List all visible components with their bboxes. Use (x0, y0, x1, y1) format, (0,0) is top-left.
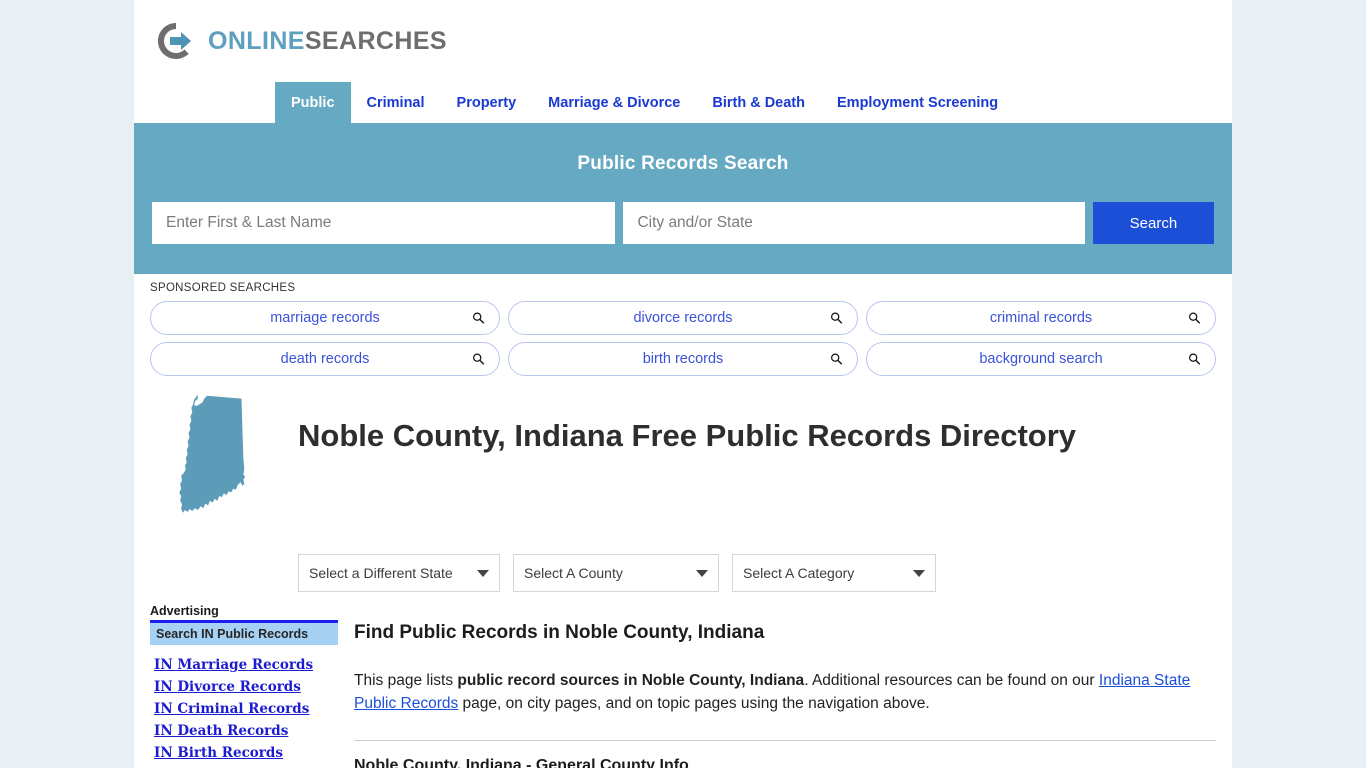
sponsored-pill-label: birth records (642, 351, 724, 367)
search-icon (472, 353, 485, 366)
circle-arrow-logo-icon (154, 19, 198, 63)
sidebar-link-in-death-records[interactable]: IN Death Records (154, 723, 338, 739)
search-icon (1188, 312, 1201, 325)
sponsored-row-1: marriage records divorce records crimina… (150, 301, 1216, 335)
tab-property[interactable]: Property (441, 82, 533, 123)
sidebar-link-in-marriage-records[interactable]: IN Marriage Records (154, 657, 338, 673)
sponsored-pill-background-search[interactable]: background search (866, 342, 1216, 376)
sponsored-pill-marriage-records[interactable]: marriage records (150, 301, 500, 335)
page-background: ONLINESEARCHES Public Criminal Property … (0, 0, 1366, 768)
sponsored-pill-label: divorce records (633, 310, 733, 326)
public-records-search-band: Public Records Search Search (134, 127, 1232, 274)
filter-dropdowns: Select a Different State Select A County… (298, 554, 1216, 592)
search-button[interactable]: Search (1092, 202, 1214, 244)
tab-birth-death[interactable]: Birth & Death (696, 82, 821, 123)
chevron-down-icon (696, 569, 708, 577)
sponsored-searches-label: SPONSORED SEARCHES (150, 282, 296, 294)
sidebar-link-list: IN Marriage Records IN Divorce Records I… (150, 657, 338, 761)
category-select-label: Select A Category (743, 565, 855, 581)
sponsored-pill-divorce-records[interactable]: divorce records (508, 301, 858, 335)
search-band-title: Public Records Search (577, 153, 789, 174)
search-form: Search (152, 202, 1214, 244)
paragraph-bold-1: public record sources in Noble County, I… (457, 672, 805, 689)
sponsored-pill-criminal-records[interactable]: criminal records (866, 301, 1216, 335)
search-icon (830, 312, 843, 325)
sidebar-link-in-criminal-records[interactable]: IN Criminal Records (154, 701, 338, 717)
state-select[interactable]: Select a Different State (298, 554, 500, 592)
chevron-down-icon (477, 569, 489, 577)
content-container: ONLINESEARCHES Public Criminal Property … (134, 0, 1232, 768)
page-title: Noble County, Indiana Free Public Record… (298, 418, 1077, 453)
main-body: Advertising Search IN Public Records IN … (134, 592, 1232, 768)
chevron-down-icon (913, 569, 925, 577)
paragraph-part-2: . Additional resources can be found on o… (804, 672, 1099, 689)
location-search-input[interactable] (623, 202, 1085, 244)
sponsored-pill-label: marriage records (270, 310, 380, 326)
page-title-block: Noble County, Indiana Free Public Record… (134, 383, 1232, 592)
sidebar-section-header: Search IN Public Records (150, 623, 338, 645)
search-icon (472, 312, 485, 325)
advertising-label: Advertising (150, 604, 219, 618)
search-icon (830, 353, 843, 366)
tab-employment-screening[interactable]: Employment Screening (821, 82, 1014, 123)
sponsored-pill-death-records[interactable]: death records (150, 342, 500, 376)
county-select-label: Select A County (524, 565, 623, 581)
paragraph-part-3: page, on city pages, and on topic pages … (458, 694, 930, 712)
tab-public[interactable]: Public (275, 82, 351, 123)
content-paragraph: This page lists public record sources in… (354, 670, 1216, 716)
section-divider (354, 739, 1216, 741)
site-header: ONLINESEARCHES (134, 0, 1232, 82)
main-navigation: Public Criminal Property Marriage & Divo… (134, 82, 1232, 127)
sponsored-row-2: death records birth records background s… (150, 342, 1216, 376)
content-area: Find Public Records in Noble County, Ind… (338, 604, 1216, 768)
sponsored-pill-birth-records[interactable]: birth records (508, 342, 858, 376)
sidebar-link-in-birth-records[interactable]: IN Birth Records (154, 745, 338, 761)
paragraph-part-1: This page lists (354, 672, 458, 689)
sidebar-link-in-divorce-records[interactable]: IN Divorce Records (154, 679, 338, 695)
sponsored-searches: SPONSORED SEARCHES marriage records divo… (134, 274, 1232, 376)
sponsored-pill-label: death records (280, 351, 370, 367)
tab-criminal[interactable]: Criminal (351, 82, 441, 123)
search-icon (1188, 353, 1201, 366)
logo-text-online: ONLINE (208, 26, 305, 55)
sponsored-pill-label: background search (979, 351, 1103, 367)
name-search-input[interactable] (152, 202, 616, 244)
general-county-info-heading: Noble County, Indiana - General County I… (354, 756, 689, 768)
content-heading: Find Public Records in Noble County, Ind… (354, 622, 765, 643)
indiana-state-map-icon (150, 389, 280, 528)
state-select-label: Select a Different State (309, 565, 453, 581)
county-select[interactable]: Select A County (513, 554, 719, 592)
sidebar: Advertising Search IN Public Records IN … (150, 604, 338, 768)
site-logo[interactable]: ONLINESEARCHES (154, 19, 447, 63)
category-select[interactable]: Select A Category (732, 554, 936, 592)
tab-marriage-divorce[interactable]: Marriage & Divorce (532, 82, 696, 123)
logo-text-searches: SEARCHES (304, 26, 447, 55)
sponsored-pill-label: criminal records (989, 310, 1093, 326)
